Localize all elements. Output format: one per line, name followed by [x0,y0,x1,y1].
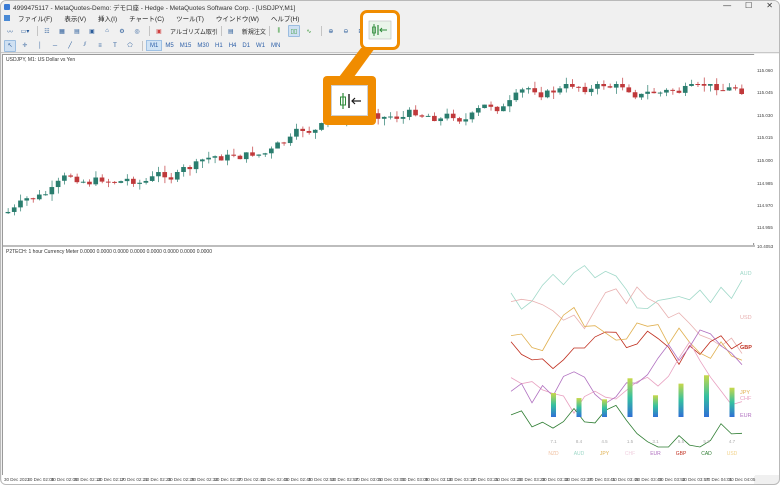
terminal-window: 4999475117 - MetaQuotes-Demo: デモ口座 - Hed… [0,0,780,485]
chart-shift-callout [323,76,376,125]
chart-shift-callout-panel [331,85,368,116]
chart-shift-icon [339,92,361,109]
callout-pointer [336,48,375,81]
